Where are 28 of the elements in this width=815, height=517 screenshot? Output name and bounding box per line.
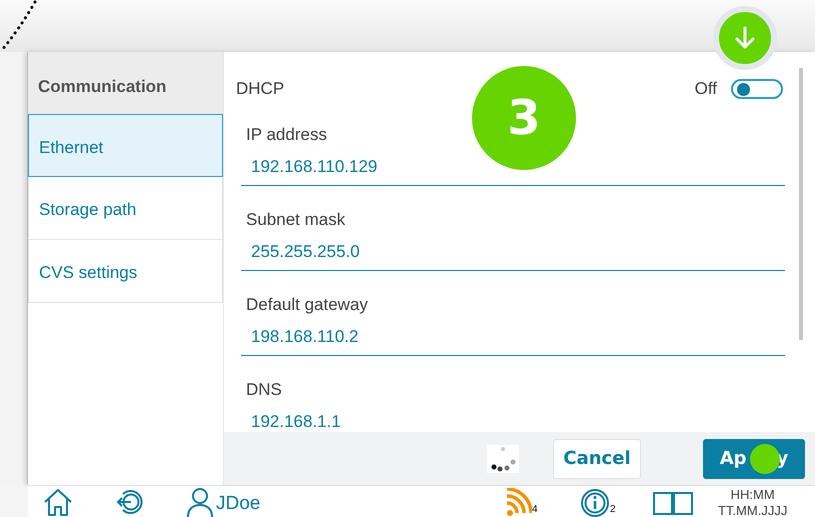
field-label: Subnet mask [246,208,346,230]
user-icon[interactable] [186,487,214,517]
dhcp-label: DHCP [236,78,284,100]
loading-icon [487,444,519,472]
logout-icon[interactable] [115,487,145,517]
toggle-switch[interactable] [731,78,783,99]
sidebar-item[interactable]: CVS settings [28,240,223,303]
input-field[interactable]: 255.255.255.0 [241,232,785,271]
down-arrow-icon [734,26,756,50]
sidebar-item[interactable]: Ethernet [28,114,223,177]
clock-date: TT.MM.JJJJ [718,502,788,517]
scrollbar[interactable] [799,68,803,340]
wifi-icon[interactable] [504,488,532,516]
field-label: Default gateway [246,294,368,316]
field-label: DNS [246,378,282,400]
notification-count: 2 [610,505,616,515]
toggle-state-label: Off [694,78,717,100]
sidebar-item[interactable]: Storage path [28,177,223,240]
home-icon[interactable] [42,487,74,517]
notification-count: 4 [532,505,538,515]
input-field[interactable]: 198.168.110.2 [241,318,785,356]
info-icon[interactable] [580,488,610,517]
clock-time: HH:MM [730,487,776,503]
sidebar-header: Communication [28,52,223,114]
book-icon[interactable] [652,490,694,516]
user-name[interactable]: JDoe [216,493,260,514]
field-label: IP address [246,124,327,146]
cancel-button[interactable]: Cancel [553,438,641,478]
